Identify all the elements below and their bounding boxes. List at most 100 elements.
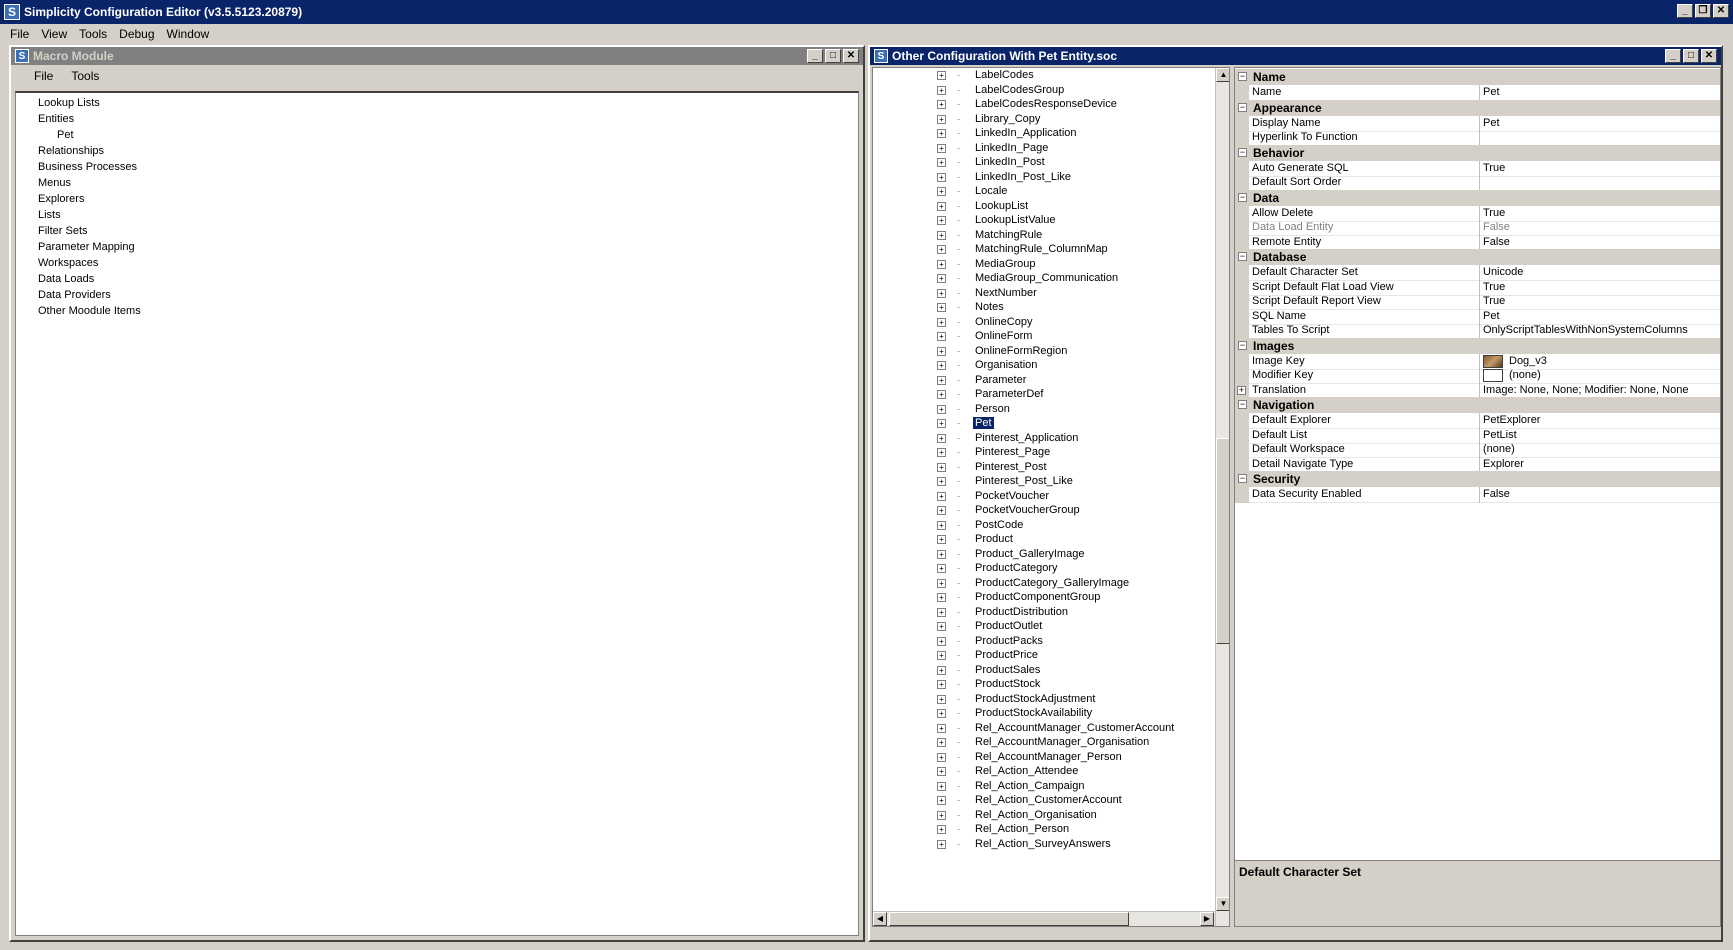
tree-item-label[interactable]: OnlineCopy (973, 316, 1034, 328)
expand-plus-icon[interactable]: + (937, 622, 946, 631)
expand-plus-icon[interactable]: + (937, 100, 946, 109)
expand-plus-icon[interactable]: + (937, 520, 946, 530)
tree-item-label[interactable]: LabelCodesResponseDevice (973, 98, 1119, 110)
menu-view[interactable]: View (35, 27, 73, 41)
expand-plus-icon[interactable]: + (937, 593, 946, 602)
macro-menu-tools[interactable]: Tools (62, 69, 108, 83)
property-value[interactable]: Dog_v3 (1509, 355, 1547, 367)
tree-item-label[interactable]: PostCode (973, 519, 1025, 531)
property-value[interactable]: PetList (1483, 429, 1517, 441)
property-value[interactable]: Pet (1483, 86, 1500, 98)
property-value[interactable]: True (1483, 281, 1505, 293)
expand-plus-icon[interactable]: + (937, 665, 946, 675)
expand-plus-icon[interactable]: + (937, 274, 946, 283)
expand-plus-icon[interactable]: + (937, 448, 946, 457)
expand-plus-icon[interactable]: + (937, 172, 946, 182)
tree-item-label[interactable]: Product_GalleryImage (973, 548, 1086, 560)
entity-tree-vertical-scrollbar[interactable]: ▲ ▼ (1215, 68, 1229, 926)
tree-item-label[interactable]: LinkedIn_Post (973, 156, 1047, 168)
expand-plus-icon[interactable]: + (937, 680, 946, 689)
tree-item-label[interactable]: MediaGroup_Communication (973, 272, 1120, 284)
scroll-up-icon[interactable]: ▲ (1216, 68, 1229, 82)
tree-item-label[interactable]: Pinterest_Post (973, 461, 1049, 473)
expand-plus-icon[interactable]: + (937, 114, 946, 124)
tree-item-label[interactable]: ProductStock (973, 678, 1042, 690)
collapse-minus-icon[interactable]: − (1238, 252, 1247, 261)
property-value[interactable]: PetExplorer (1483, 414, 1540, 426)
expand-plus-icon[interactable]: + (937, 375, 946, 385)
category-database[interactable]: − Database (1235, 249, 1720, 265)
category-images[interactable]: − Images (1235, 337, 1720, 354)
expand-plus-icon[interactable]: + (937, 390, 946, 399)
tree-item-label[interactable]: Pinterest_Post_Like (973, 475, 1075, 487)
close-icon[interactable]: ✕ (1713, 4, 1729, 18)
property-value[interactable]: True (1483, 207, 1505, 219)
expand-plus-icon[interactable]: + (937, 216, 946, 225)
tree-item-label[interactable]: ProductPrice (973, 649, 1040, 661)
expand-plus-icon[interactable]: + (937, 404, 946, 414)
tree-item-label[interactable]: Library_Copy (973, 113, 1042, 125)
expand-plus-icon[interactable]: + (937, 317, 946, 327)
tree-item-label[interactable]: ProductDistribution (973, 606, 1070, 618)
expand-plus-icon[interactable]: + (937, 158, 946, 167)
collapse-minus-icon[interactable]: − (1238, 72, 1247, 81)
tree-node-lists[interactable]: Lists (38, 209, 61, 221)
expand-plus-icon[interactable]: + (937, 201, 946, 211)
expand-plus-icon[interactable]: + (937, 825, 946, 834)
category-name[interactable]: − Name (1235, 69, 1720, 85)
expand-plus-icon[interactable]: + (937, 477, 946, 486)
category-navigation[interactable]: − Navigation (1235, 397, 1720, 413)
tree-item-label[interactable]: MatchingRule_ColumnMap (973, 243, 1110, 255)
expand-plus-icon[interactable]: + (937, 259, 946, 269)
property-value[interactable]: OnlyScriptTablesWithNonSystemColumns (1483, 324, 1688, 336)
tree-item-label[interactable]: Person (973, 403, 1012, 415)
tree-item-label[interactable]: Organisation (973, 359, 1039, 371)
tree-item-label[interactable]: LinkedIn_Application (973, 127, 1079, 139)
category-security[interactable]: − Security (1235, 471, 1720, 487)
close-icon[interactable]: ✕ (843, 49, 859, 63)
category-data[interactable]: − Data (1235, 189, 1720, 206)
tree-item-label[interactable]: LookupList (973, 200, 1030, 212)
tree-node-menus[interactable]: Menus (38, 177, 71, 189)
expand-plus-icon[interactable]: + (937, 607, 946, 617)
tree-item-label[interactable]: MediaGroup (973, 258, 1038, 270)
expand-plus-icon[interactable]: + (937, 796, 946, 805)
tree-item-label[interactable]: Notes (973, 301, 1006, 313)
tree-item-label[interactable]: ProductPacks (973, 635, 1045, 647)
expand-plus-icon[interactable]: + (937, 462, 946, 472)
menu-debug[interactable]: Debug (113, 27, 160, 41)
expand-plus-icon[interactable]: + (937, 578, 946, 588)
expand-plus-icon[interactable]: + (937, 535, 946, 544)
tree-node-pet[interactable]: Pet (57, 129, 74, 141)
expand-plus-icon[interactable]: + (937, 564, 946, 573)
expand-plus-icon[interactable]: + (937, 187, 946, 196)
tree-item-label[interactable]: Rel_Action_Attendee (973, 765, 1080, 777)
collapse-minus-icon[interactable]: − (1238, 147, 1247, 157)
tree-node-data-providers[interactable]: Data Providers (38, 289, 111, 301)
property-value[interactable]: Pet (1483, 117, 1500, 129)
expand-plus-icon[interactable]: + (937, 767, 946, 776)
tree-item-label[interactable]: ProductComponentGroup (973, 591, 1102, 603)
tree-node-parameter-mapping[interactable]: Parameter Mapping (38, 241, 135, 253)
expand-plus-icon[interactable]: + (1237, 385, 1246, 395)
scroll-thumb[interactable] (1216, 438, 1229, 644)
tree-item-label[interactable]: ProductOutlet (973, 620, 1044, 632)
minimize-icon[interactable]: _ (1677, 4, 1693, 18)
tree-node-relationships[interactable]: Relationships (38, 145, 104, 157)
tree-item-label[interactable]: LabelCodes (973, 69, 1036, 81)
collapse-minus-icon[interactable]: − (1238, 192, 1247, 202)
tree-item-label[interactable]: LookupListValue (973, 214, 1058, 226)
expand-plus-icon[interactable]: + (937, 433, 946, 443)
property-value[interactable]: (none) (1483, 443, 1515, 455)
tree-item-label[interactable]: OnlineForm (973, 330, 1034, 342)
tree-item-label[interactable]: LabelCodesGroup (973, 84, 1066, 96)
expand-plus-icon[interactable]: + (937, 694, 946, 704)
scroll-down-icon[interactable]: ▼ (1216, 897, 1229, 911)
expand-plus-icon[interactable]: + (937, 839, 946, 849)
restore-icon[interactable]: ❐ (1695, 4, 1711, 18)
property-value[interactable]: Explorer (1483, 458, 1524, 470)
expand-plus-icon[interactable]: + (937, 781, 946, 791)
tree-item-label[interactable]: Rel_AccountManager_Person (973, 751, 1124, 763)
expand-plus-icon[interactable]: + (937, 723, 946, 733)
tree-node-filter-sets[interactable]: Filter Sets (38, 225, 88, 237)
